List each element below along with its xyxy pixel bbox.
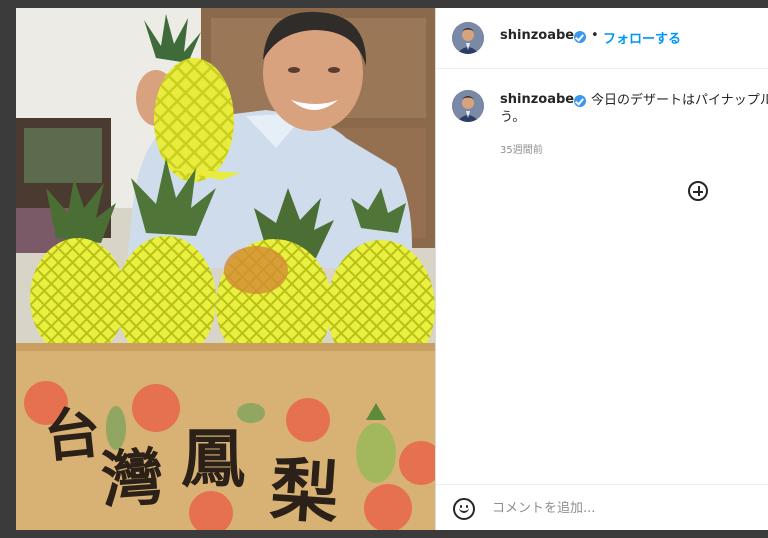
comment-input[interactable] [492, 499, 752, 517]
box-char-1: 台 [41, 399, 104, 471]
follow-button[interactable]: フォローする [603, 28, 681, 47]
post-photo[interactable]: 台 灣 鳳 梨 [16, 8, 435, 530]
post-author-username[interactable]: shinzoabe [500, 28, 574, 43]
caption-username[interactable]: shinzoabe [500, 92, 574, 107]
verified-badge-icon [574, 95, 586, 107]
caption-text-line1: 今日のデザートはパイナップル [591, 93, 768, 108]
add-icon[interactable] [688, 181, 708, 201]
header-separator: • [591, 28, 599, 43]
avatar[interactable] [452, 22, 484, 54]
caption-text-line2: う。 [500, 110, 526, 125]
emoji-icon[interactable] [453, 498, 475, 520]
post-header: shinzoabe • フォローする [436, 8, 768, 69]
post-window: 台 灣 鳳 梨 shinzoabe • フォローする shinzoabe 今日の… [16, 8, 768, 530]
box-print-text: 台 灣 鳳 梨 [16, 8, 435, 530]
caption-avatar[interactable] [452, 90, 484, 122]
post-side-panel: shinzoabe • フォローする shinzoabe 今日のデザートはパイナ… [436, 8, 768, 530]
box-char-2: 灣 [98, 439, 166, 518]
post-timestamp[interactable]: 35週間前 [500, 141, 543, 156]
box-char-3: 鳳 [181, 422, 245, 497]
verified-badge-icon [574, 31, 586, 43]
box-char-4: 梨 [267, 449, 342, 530]
comment-bar [436, 484, 768, 530]
